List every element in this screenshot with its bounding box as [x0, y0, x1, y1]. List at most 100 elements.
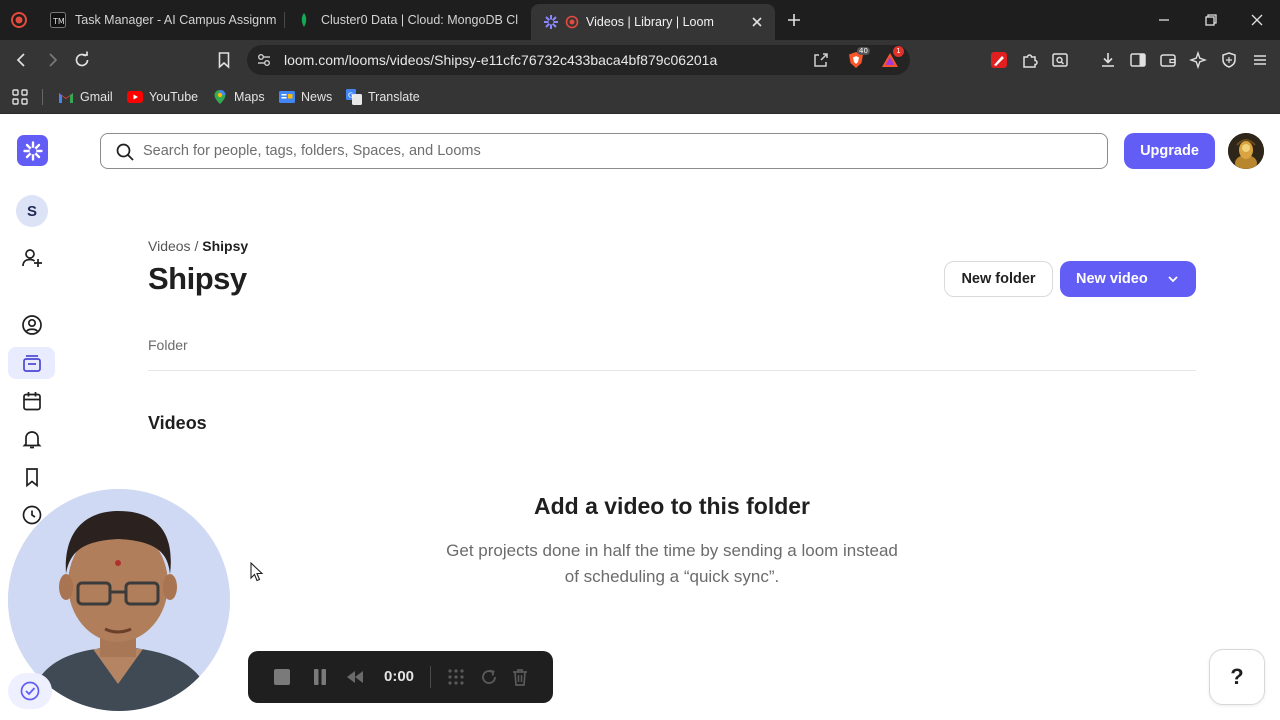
translate-icon: G — [346, 89, 362, 105]
breadcrumb-current: Shipsy — [202, 238, 249, 254]
bookmark-news[interactable]: News — [279, 88, 332, 106]
bookmark-label: Gmail — [80, 90, 113, 104]
trash-icon[interactable] — [510, 667, 530, 687]
mongodb-leaf-icon — [296, 12, 312, 28]
tab-mongodb[interactable]: Cluster0 Data | Cloud: MongoDB Clo — [296, 0, 518, 40]
user-avatar[interactable] — [1228, 133, 1264, 169]
sidebar-item-invite[interactable] — [8, 242, 55, 274]
help-button[interactable]: ? — [1209, 649, 1265, 705]
bookmark-translate[interactable]: G Translate — [346, 88, 420, 106]
task-check-button[interactable] — [8, 673, 52, 709]
extensions-puzzle-icon[interactable] — [1021, 51, 1039, 69]
check-badge-icon — [19, 680, 41, 702]
bell-icon — [21, 428, 43, 450]
bookmark-page-icon[interactable] — [215, 51, 233, 69]
bookmarks-bar: Gmail YouTube Maps News G Translate — [0, 80, 1280, 114]
section-divider — [148, 370, 1196, 371]
close-tab-icon[interactable] — [749, 14, 765, 30]
reload-icon[interactable] — [73, 51, 91, 69]
site-info-icon[interactable] — [256, 52, 272, 68]
tab-title: Videos | Library | Loom — [586, 15, 714, 29]
recording-dot-icon — [564, 14, 580, 30]
sidebar-item-notifications[interactable] — [8, 423, 55, 455]
sidebar-item-calendar[interactable] — [8, 385, 55, 417]
chevron-down-icon — [1166, 272, 1180, 286]
brave-rewards-icon[interactable]: 1 — [880, 46, 904, 70]
tab-loom[interactable]: Videos | Library | Loom — [531, 4, 775, 40]
bookmark-label: News — [301, 90, 333, 104]
tm-logo-icon: TM — [50, 12, 66, 28]
url-text: loom.com/looms/videos/Shipsy-e11cfc76732… — [284, 52, 718, 68]
page-title: Shipsy — [148, 261, 247, 296]
breadcrumb-separator: / — [194, 238, 199, 254]
recording-timer: 0:00 — [384, 668, 415, 685]
apps-grid-icon[interactable] — [11, 88, 29, 106]
bookmark-label: Translate — [368, 90, 420, 104]
wallet-icon[interactable] — [1159, 51, 1177, 69]
minimize-icon[interactable] — [1156, 12, 1172, 28]
empty-state-description: Get projects done in half the time by se… — [446, 541, 898, 586]
empty-state-title: Add a video to this folder — [533, 493, 810, 519]
breadcrumb: Videos / Shipsy — [148, 238, 248, 254]
new-folder-button[interactable]: New folder — [944, 261, 1053, 297]
mouse-cursor-icon — [250, 562, 264, 582]
news-icon — [279, 89, 295, 105]
breadcrumb-parent-link[interactable]: Videos — [148, 238, 191, 254]
workspace-avatar[interactable]: S — [16, 195, 48, 227]
close-window-icon[interactable] — [1249, 12, 1265, 28]
search-input[interactable] — [143, 141, 1043, 161]
new-video-button[interactable]: New video — [1060, 261, 1196, 297]
bookmark-separator — [42, 89, 43, 105]
sidebar-toggle-icon[interactable] — [1129, 51, 1147, 69]
rewind-icon[interactable] — [345, 667, 365, 687]
upgrade-button[interactable]: Upgrade — [1124, 133, 1215, 169]
back-icon[interactable] — [13, 51, 31, 69]
shields-count-badge: 40 — [857, 47, 870, 55]
bookmark-youtube[interactable]: YouTube — [127, 88, 198, 106]
sidebar-item-watch-later[interactable] — [8, 461, 55, 493]
recording-bar-separator — [430, 666, 431, 688]
browser-menu-icon[interactable] — [10, 11, 28, 29]
download-icon[interactable] — [1099, 51, 1117, 69]
vpn-shield-icon[interactable] — [1220, 51, 1238, 69]
search-bar[interactable] — [100, 133, 1108, 169]
brave-shields-icon[interactable]: 40 — [846, 47, 870, 70]
svg-text:TM: TM — [52, 17, 65, 26]
loom-logo-icon[interactable] — [17, 135, 48, 166]
bookmark-icon — [21, 466, 43, 488]
bookmark-label: YouTube — [149, 90, 199, 104]
address-bar[interactable]: loom.com/looms/videos/Shipsy-e11cfc76732… — [247, 45, 910, 75]
add-user-icon — [21, 247, 43, 269]
browser-tab-strip: TM Task Manager - AI Campus Assignme Clu… — [0, 0, 1280, 40]
tab-task-manager[interactable]: TM Task Manager - AI Campus Assignme — [50, 0, 276, 40]
pen-extension-icon[interactable] — [990, 51, 1008, 69]
library-icon — [21, 352, 43, 374]
folder-type-label: Folder — [148, 337, 188, 353]
drawing-tools-icon[interactable] — [446, 667, 466, 687]
leo-ai-icon[interactable] — [1189, 51, 1207, 69]
tab-separator — [284, 12, 285, 28]
forward-icon[interactable] — [43, 51, 61, 69]
share-icon[interactable] — [812, 51, 830, 69]
bookmark-maps[interactable]: Maps — [212, 88, 265, 106]
sidebar-item-my-account[interactable] — [8, 309, 55, 341]
bookmark-label: Maps — [234, 90, 265, 104]
sidebar-item-library[interactable] — [8, 347, 55, 379]
gmail-icon — [58, 89, 74, 105]
search-icon — [115, 142, 135, 162]
svg-text:G: G — [348, 92, 353, 100]
stop-icon[interactable] — [272, 667, 292, 687]
bookmark-gmail[interactable]: Gmail — [58, 88, 113, 106]
tab-search-icon[interactable] — [1051, 51, 1069, 69]
restore-icon[interactable] — [1203, 12, 1219, 28]
rewards-badge: 1 — [893, 46, 904, 57]
calendar-icon — [21, 390, 43, 412]
pause-icon[interactable] — [310, 667, 330, 687]
user-circle-icon — [21, 314, 43, 336]
restart-icon[interactable] — [479, 667, 499, 687]
youtube-icon — [127, 89, 143, 105]
new-tab-icon[interactable] — [785, 11, 803, 29]
maps-icon — [212, 89, 228, 105]
browser-menu-hamburger-icon[interactable] — [1251, 51, 1269, 69]
tab-title: Task Manager - AI Campus Assignme — [75, 13, 276, 27]
